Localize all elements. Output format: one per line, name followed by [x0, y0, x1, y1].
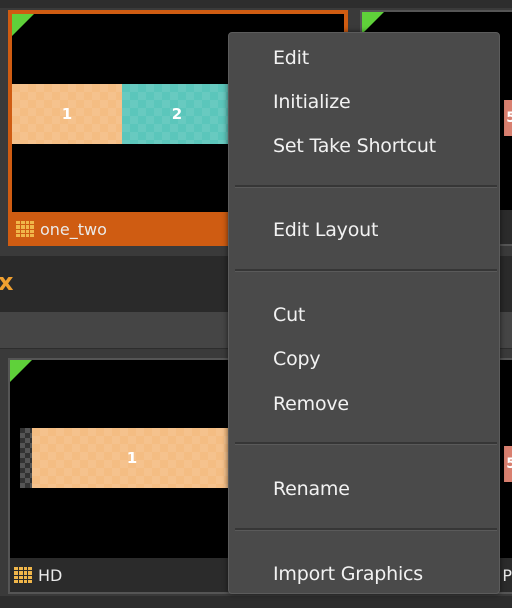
menu-separator	[235, 269, 497, 272]
layout-grid-icon	[14, 567, 32, 583]
layout-region-2: 2	[122, 84, 232, 144]
menu-item-remove[interactable]: Remove	[229, 387, 499, 421]
context-menu: Edit Initialize Set Take Shortcut Edit L…	[228, 32, 500, 594]
layout-region-1: 1	[12, 84, 122, 144]
region-number: 1	[126, 449, 138, 467]
menu-separator	[235, 185, 497, 188]
app-root: 1 2 one_two 5 x 1	[0, 0, 512, 608]
region-number: 2	[171, 105, 183, 123]
menu-item-import-graphics[interactable]: Import Graphics	[229, 557, 499, 591]
active-corner-marker	[12, 14, 34, 36]
menu-separator	[235, 528, 497, 531]
menu-item-set-take-shortcut[interactable]: Set Take Shortcut	[229, 129, 499, 163]
menu-item-copy[interactable]: Copy	[229, 342, 499, 376]
layout-region-1: 1	[32, 428, 232, 488]
layout-grid-icon	[16, 221, 34, 237]
menu-item-edit-layout[interactable]: Edit Layout	[229, 213, 499, 247]
layout-region-peek: 5	[504, 100, 512, 136]
active-corner-marker	[10, 360, 32, 382]
menu-item-cut[interactable]: Cut	[229, 298, 499, 332]
active-corner-marker	[362, 12, 384, 34]
tile-label: one_two	[40, 219, 107, 239]
tile-label: HD	[38, 565, 63, 585]
menu-separator	[235, 442, 497, 445]
menu-item-rename[interactable]: Rename	[229, 472, 499, 506]
section-marker: x	[0, 268, 14, 296]
layout-region-peek: 5	[504, 446, 512, 482]
region-number: 1	[61, 105, 73, 123]
menu-item-initialize[interactable]: Initialize	[229, 85, 499, 119]
top-strip	[0, 0, 512, 8]
bottom-strip	[0, 596, 512, 608]
menu-item-edit[interactable]: Edit	[229, 41, 499, 75]
tile-label: P	[502, 565, 512, 585]
